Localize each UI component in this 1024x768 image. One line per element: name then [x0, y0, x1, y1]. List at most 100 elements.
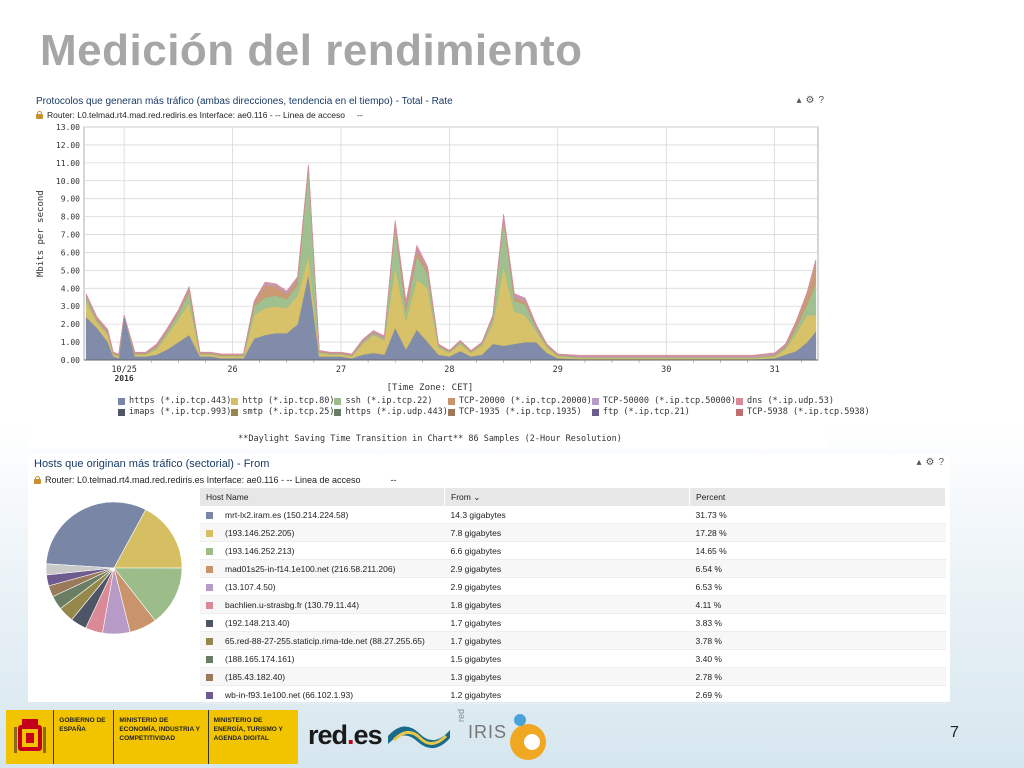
legend-item[interactable]: TCP-1935 (*.ip.tcp.1935)	[447, 407, 592, 417]
host-name-cell: (13.107.4.50)	[200, 577, 445, 596]
x-tick-label: 28	[444, 365, 454, 375]
host-name: (13.107.4.50)	[225, 581, 276, 592]
host-name-cell: bachlien.u-strasbg.fr (130.79.11.44)	[200, 595, 445, 614]
from-cell: 1.3 gigabytes	[444, 667, 690, 686]
percent-cell: 3.83 %	[689, 613, 946, 632]
host-color-swatch	[206, 529, 213, 537]
percent-cell: 14.65 %	[689, 541, 946, 560]
from-cell: 7.8 gigabytes	[444, 523, 690, 542]
legend-item[interactable]: dns (*.ip.udp.53)	[735, 396, 870, 406]
ministry-energy-label: MINISTERIO DE ENERGÍA, TURISMO Y AGENDA …	[207, 710, 298, 764]
percent-cell: 6.54 %	[689, 559, 946, 578]
table-row[interactable]: (193.146.252.213) 6.6 gigabytes 14.65 %	[200, 541, 946, 560]
legend-label: https (*.ip.udp.443)	[345, 407, 448, 417]
legend-item[interactable]: ftp (*.ip.tcp.21)	[591, 407, 736, 417]
legend-item[interactable]: https (*.ip.udp.443)	[334, 407, 448, 417]
hosts-pie-chart	[45, 501, 183, 635]
host-name: mad01s25-in-f14.1e100.net (216.58.211.20…	[225, 563, 396, 574]
percent-cell: 2.78 %	[689, 667, 946, 686]
x-tick-label: 31	[770, 365, 780, 375]
redes-mark-icon	[388, 726, 450, 749]
y-tick-label: 0.00	[61, 356, 80, 365]
legend-swatch	[591, 408, 599, 416]
percent-cell: 3.40 %	[689, 649, 946, 668]
legend-item[interactable]: ssh (*.ip.tcp.22)	[334, 396, 447, 406]
legend-swatch	[231, 408, 239, 416]
hosts-table: Host Name From ⌄ Percent mrt-lx2.iram.es…	[200, 488, 946, 704]
host-name: (193.146.252.213)	[225, 545, 295, 556]
col-from[interactable]: From ⌄	[444, 488, 690, 506]
y-tick-label: 13.00	[56, 123, 80, 132]
legend-swatch	[334, 408, 342, 416]
table-row[interactable]: (188.165.174.161) 1.5 gigabytes 3.40 %	[200, 649, 946, 668]
legend-label: TCP-50000 (*.ip.tcp.50000)	[602, 396, 736, 406]
host-color-swatch	[206, 565, 213, 573]
host-name-cell: wb-in-f93.1e100.net (66.102.1.93)	[200, 685, 445, 704]
percent-cell: 3.78 %	[689, 631, 946, 650]
host-color-swatch	[206, 619, 213, 627]
legend-item[interactable]: https (*.ip.tcp.443)	[118, 396, 231, 406]
collapse-icon[interactable]: ▴	[916, 457, 921, 468]
area-chart: 0.00 1.00 2.00 3.00 4.00 5.00 6.00 7.00 8.00 9.00…	[56, 123, 819, 383]
table-row[interactable]: mrt-lx2.iram.es (150.214.224.58) 14.3 gig…	[200, 506, 946, 524]
legend-item[interactable]: smtp (*.ip.tcp.25)	[231, 407, 334, 417]
y-tick-label: 10.00	[56, 177, 80, 186]
legend-swatch	[118, 397, 125, 405]
legend-swatch	[447, 397, 455, 405]
table-row[interactable]: (193.146.252.205) 7.8 gigabytes 17.28 %	[200, 523, 946, 542]
legend-item[interactable]: TCP-50000 (*.ip.tcp.50000)	[591, 396, 736, 406]
legend-swatch	[735, 408, 743, 416]
host-name: wb-in-f93.1e100.net (66.102.1.93)	[225, 689, 354, 700]
x-tick-label: 29	[553, 365, 563, 375]
col-host-name[interactable]: Host Name	[200, 488, 445, 506]
legend-label: TCP-5938 (*.ip.tcp.5938)	[746, 407, 870, 417]
table-row[interactable]: (192.148.213.40) 1.7 gigabytes 3.83 %	[200, 613, 946, 632]
rediris-logo: IRIS	[468, 722, 508, 742]
host-name-cell: 65.red-88-27-255.staticip.rima-tde.net (…	[200, 631, 445, 650]
host-color-swatch	[206, 601, 213, 609]
from-cell: 1.7 gigabytes	[444, 613, 690, 632]
rediris-small-label: red	[456, 708, 466, 722]
protocols-chart-panel: Protocolos que generan más tráfico (amba…	[30, 92, 870, 448]
table-row[interactable]: bachlien.u-strasbg.fr (130.79.11.44) 1.8 …	[200, 595, 946, 614]
legend-item[interactable]: imaps (*.ip.tcp.993)	[118, 407, 231, 417]
legend-swatch	[447, 408, 455, 416]
legend-label: ftp (*.ip.tcp.21)	[602, 407, 690, 417]
table-row[interactable]: mad01s25-in-f14.1e100.net (216.58.211.20…	[200, 559, 946, 578]
legend-item[interactable]: TCP-20000 (*.ip.tcp.20000)	[447, 396, 592, 406]
x-axis-label: [Time Zone: CET]	[386, 383, 474, 393]
col-percent[interactable]: Percent	[689, 488, 946, 506]
legend-item[interactable]: http (*.ip.tcp.80)	[231, 396, 334, 406]
legend-label: smtp (*.ip.tcp.25)	[242, 407, 335, 417]
percent-cell: 4.11 %	[689, 595, 946, 614]
table-row[interactable]: wb-in-f93.1e100.net (66.102.1.93) 1.2 gig…	[200, 685, 946, 704]
from-cell: 1.8 gigabytes	[444, 595, 690, 614]
from-cell: 1.2 gigabytes	[444, 685, 690, 704]
lock-icon	[34, 476, 41, 484]
help-icon[interactable]: ?	[938, 457, 944, 468]
host-color-swatch	[206, 691, 213, 699]
table-row[interactable]: 65.red-88-27-255.staticip.rima-tde.net (…	[200, 631, 946, 650]
table-row[interactable]: (185.43.182.40) 1.3 gigabytes 2.78 %	[200, 667, 946, 686]
y-tick-label: 3.00	[61, 302, 80, 311]
legend-swatch	[591, 397, 599, 405]
host-name-cell: (193.146.252.205)	[200, 523, 445, 542]
legend-item[interactable]: TCP-5938 (*.ip.tcp.5938)	[735, 407, 870, 417]
panel-tools: ▴ ⚙ ?	[916, 457, 944, 468]
table-row[interactable]: (13.107.4.50) 2.9 gigabytes 6.53 %	[200, 577, 946, 596]
government-logo-bar: GOBIERNO DE ESPAÑA MINISTERIO DE ECONOMÍ…	[6, 710, 298, 764]
host-color-swatch	[206, 637, 213, 645]
y-tick-label: 4.00	[61, 284, 80, 293]
x-tick-sublabel: 2016	[114, 374, 133, 383]
y-tick-label: 7.00	[61, 231, 80, 240]
legend-swatch	[118, 408, 125, 416]
host-name-cell: (188.165.174.161)	[200, 649, 445, 668]
panel-title: Hosts que originan más tráfico (sectoria…	[34, 458, 270, 470]
y-tick-label: 9.00	[61, 195, 80, 204]
legend-label: TCP-1935 (*.ip.tcp.1935)	[458, 407, 582, 417]
legend-label: https (*.ip.tcp.443)	[129, 396, 232, 406]
gear-icon[interactable]: ⚙	[925, 457, 934, 468]
host-name: (192.148.213.40)	[225, 617, 290, 628]
hosts-panel: Hosts que originan más tráfico (sectoria…	[28, 454, 950, 704]
host-name-cell: mad01s25-in-f14.1e100.net (216.58.211.20…	[200, 559, 445, 578]
